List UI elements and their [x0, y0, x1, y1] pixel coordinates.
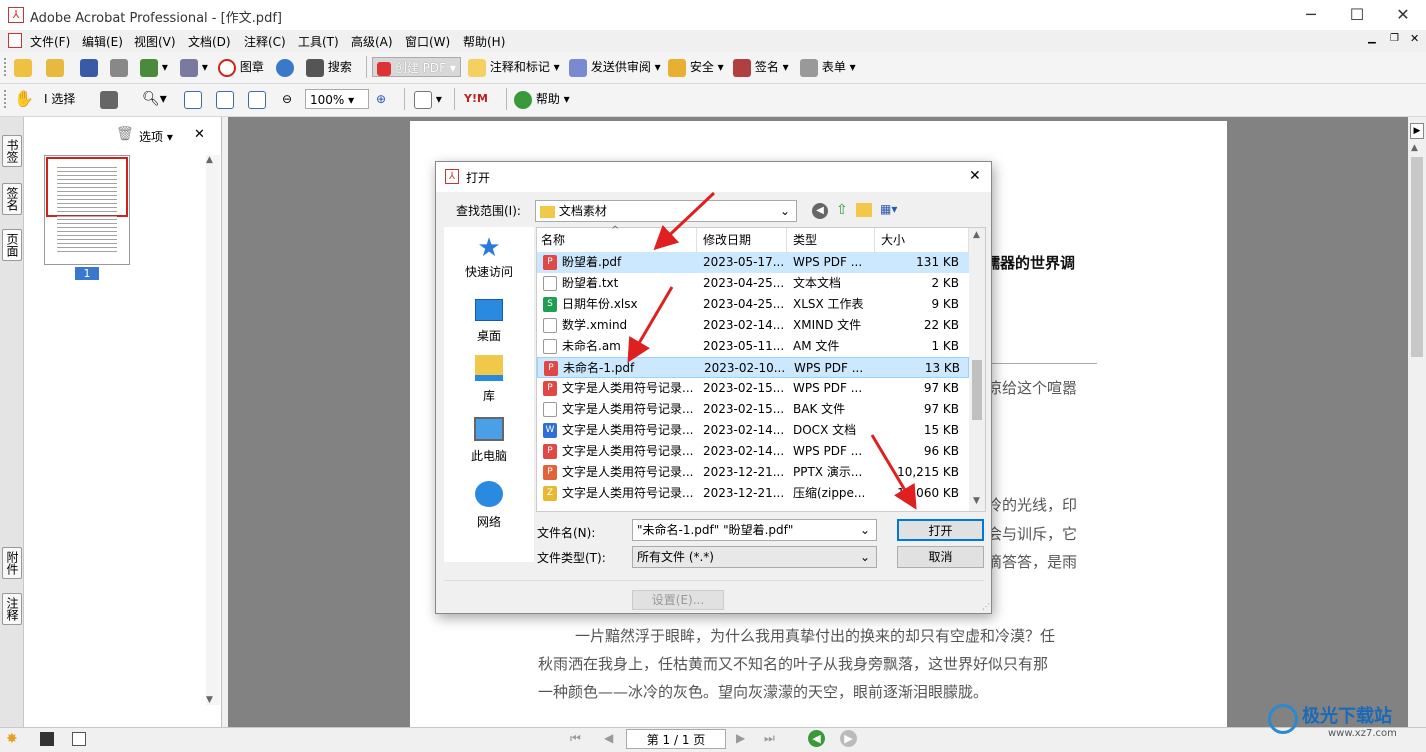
annotation-arrows: [627, 191, 917, 510]
arrow-to-second-file: [627, 286, 674, 363]
arrow-to-open-button: [870, 434, 917, 510]
arrow-to-first-file: [653, 191, 716, 251]
